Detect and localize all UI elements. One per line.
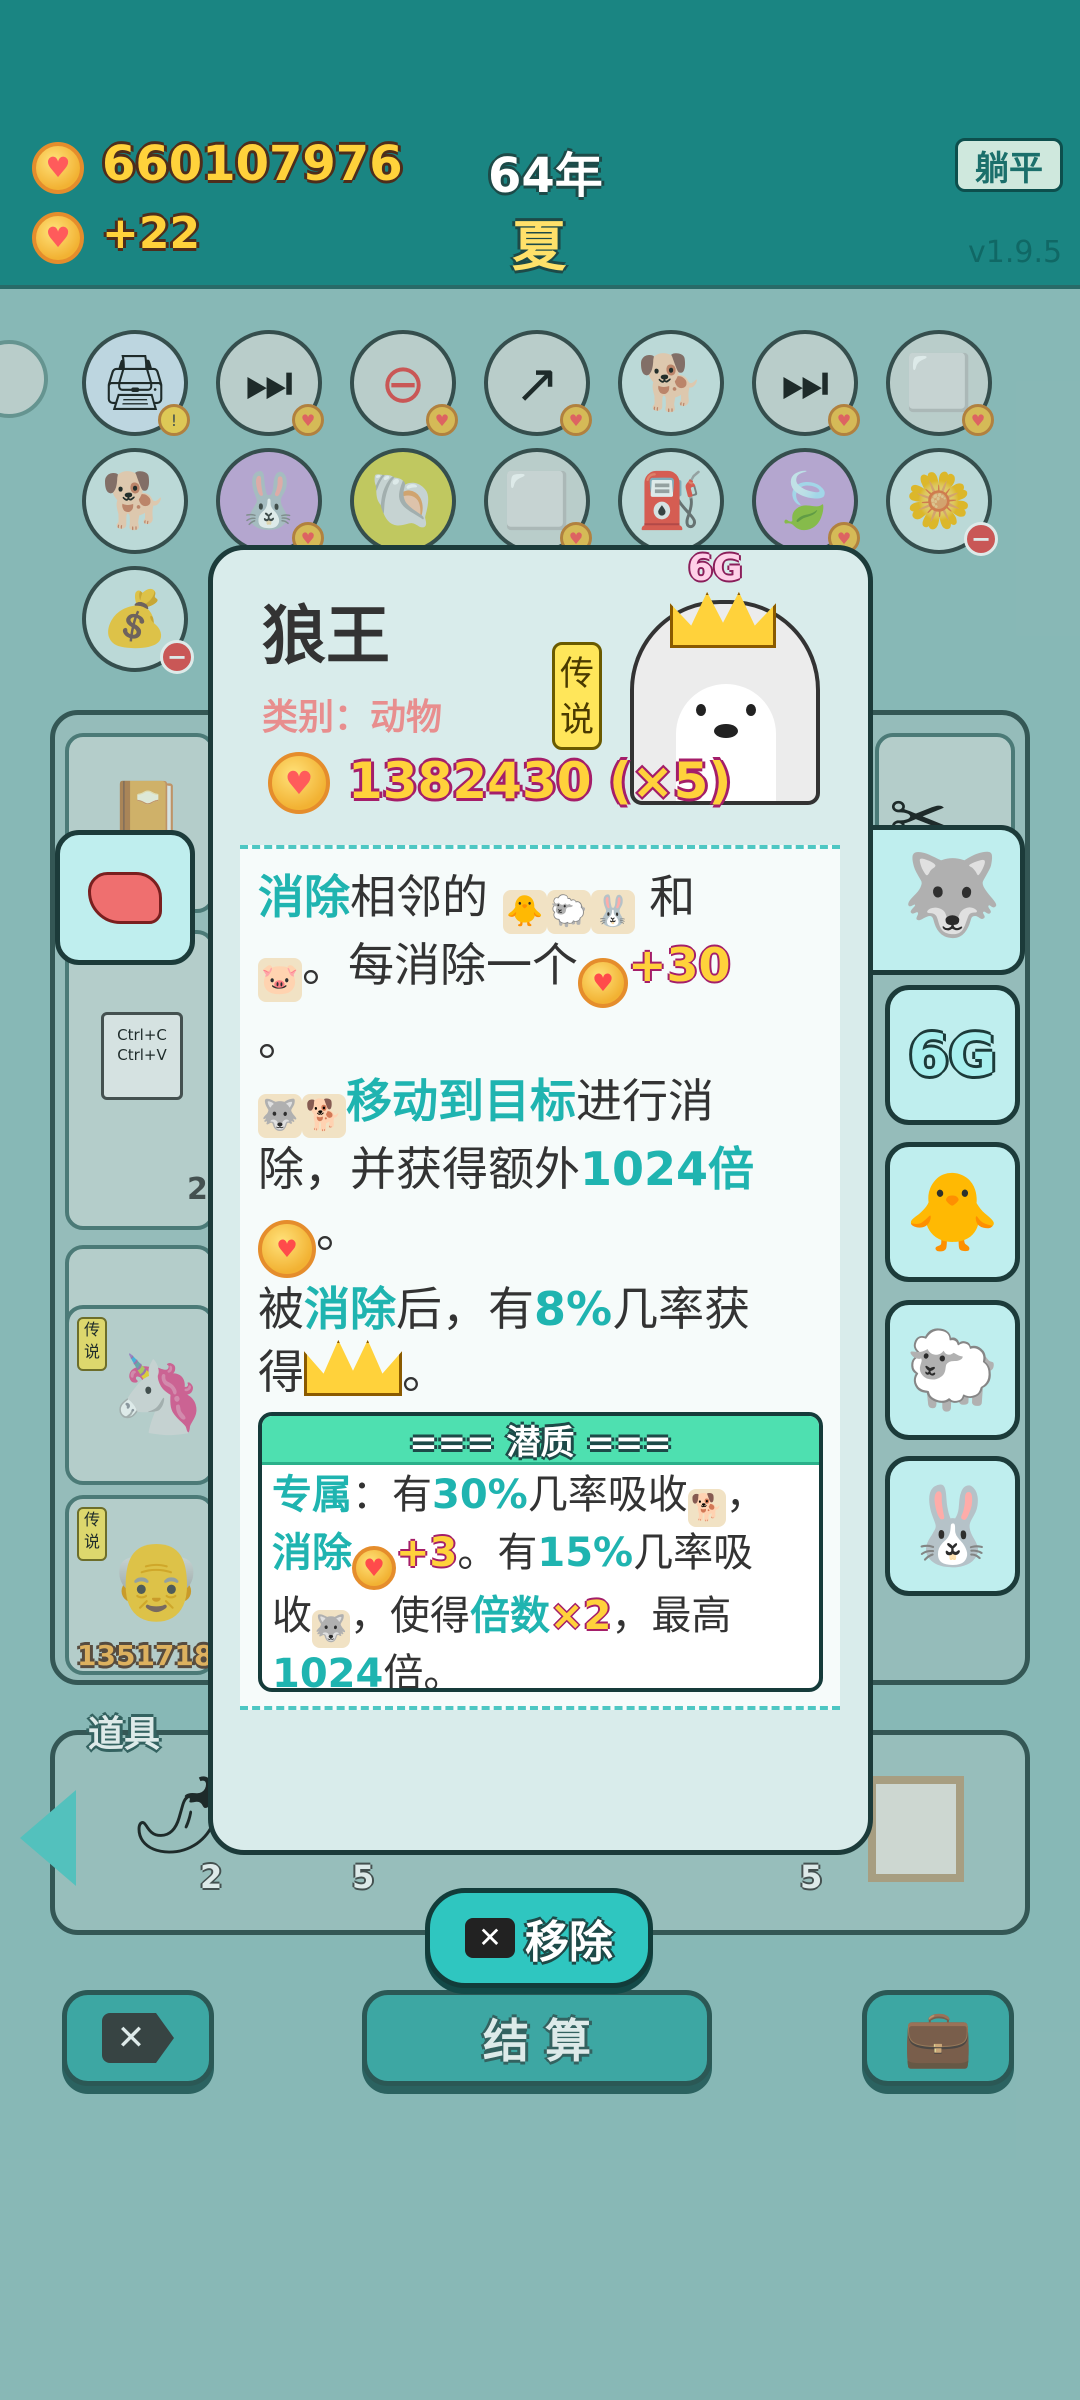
income-value: +22: [102, 208, 201, 259]
coin-icon: ♥: [578, 958, 628, 1008]
tab-sheep[interactable]: 🐑: [885, 1300, 1020, 1440]
remove-label: 移除: [525, 1917, 613, 1968]
remove-button[interactable]: ✕ 移除: [425, 1888, 653, 1988]
pig-icon: 🐷: [258, 958, 302, 1002]
tab-6g[interactable]: 6G: [885, 985, 1020, 1125]
chick-icon: 🐥: [905, 1167, 1000, 1256]
tab-chick[interactable]: 🐥: [885, 1142, 1020, 1282]
top-bar: ♥ 660107976 ♥ +22 64年 夏 躺平 v1.9.5: [0, 0, 1080, 289]
wolf-king-icon: 🐺: [312, 1610, 350, 1648]
year-label: 64年: [488, 148, 603, 204]
flat-button[interactable]: 躺平: [955, 138, 1063, 192]
potential-title: === 潜质 ===: [409, 1422, 672, 1463]
tab-wolf-king[interactable]: 🐺: [860, 825, 1025, 975]
rabbit-icon: 🐰: [590, 890, 635, 934]
coin-icon: ♥: [352, 1546, 396, 1590]
rabbit-icon: 🐰: [905, 1481, 1000, 1570]
item-value: 1382430 (×5): [348, 752, 732, 810]
item-name: 狼王: [262, 600, 390, 674]
rarity-badge: 传说: [552, 642, 602, 750]
version-label: v1.9.5: [968, 235, 1063, 270]
chick-icon: 🐥: [502, 890, 547, 934]
husky-icon: 🐺: [902, 848, 1002, 941]
value-coin-icon: ♥: [268, 752, 330, 814]
coin-icon: ♥: [258, 1220, 316, 1278]
description-text: 消除相邻的 🐥 🐑 🐰 和 🐷。每消除一个 ♥ +30 。 🐺 🐕移动到目标进行消 除，并…: [258, 870, 755, 1399]
season-label: 夏: [512, 215, 566, 278]
income-coin-icon: ♥: [32, 212, 84, 264]
wolf-king-icon: 🐺: [258, 1094, 302, 1138]
husky-icon: 🐕: [687, 1489, 726, 1527]
tab-liver[interactable]: [55, 830, 195, 965]
coin-icon: ♥: [32, 142, 84, 194]
potential-text: 专属：有30%几率吸收 🐕， 消除 ♥ +3。有15%几率吸 收 🐺，使得倍数×2，最高…: [272, 1472, 766, 1692]
tab-6g-label: 6G: [908, 1021, 997, 1089]
husky-icon: 🐕: [302, 1094, 346, 1138]
crown-icon: [304, 1340, 402, 1396]
tab-rabbit[interactable]: 🐰: [885, 1456, 1020, 1596]
liver-icon: [88, 871, 162, 924]
close-icon: ✕: [465, 1918, 515, 1958]
potential-box: === 潜质 === 专属：有30%几率吸收 🐕， 消除 ♥ +3。有15%几率吸 收…: [258, 1412, 823, 1692]
coin-total: 660107976: [102, 136, 403, 192]
item-category: 类别：动物: [262, 697, 443, 738]
sheep-icon: 🐑: [546, 890, 591, 934]
sheep-icon: 🐑: [905, 1325, 1000, 1414]
network-badge: 6G: [688, 548, 743, 589]
